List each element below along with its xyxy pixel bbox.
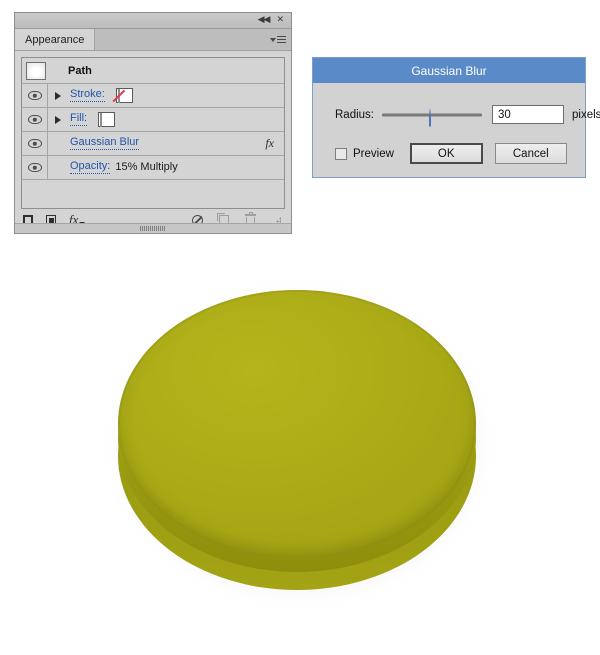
- appearance-row-label[interactable]: Stroke:: [70, 89, 105, 102]
- collapse-double-arrow-icon[interactable]: ◀◀: [258, 16, 271, 25]
- visibility-toggle-opacity[interactable]: [22, 156, 48, 179]
- disclosure-triangle-stroke[interactable]: [48, 91, 68, 100]
- radius-control-row: Radius: 30 pixels: [335, 105, 600, 127]
- appearance-rows-list: Path Stroke: Fill: Gaussian Blur fx Opac…: [21, 57, 285, 209]
- tabstrip-empty-area: [95, 29, 291, 50]
- triangle-right-icon: [55, 115, 61, 124]
- path-thumbnail: [26, 61, 46, 80]
- disc-top-edge-highlight: [118, 290, 476, 558]
- preview-label: Preview: [353, 147, 394, 160]
- slider-thumb[interactable]: [429, 107, 441, 127]
- appearance-row-value: 15% Multiply: [115, 161, 178, 174]
- appearance-row-opacity[interactable]: Opacity: 15% Multiply: [22, 156, 284, 180]
- menu-lines-icon: [277, 35, 286, 44]
- eye-icon: [27, 139, 42, 148]
- appearance-row-label[interactable]: Gaussian Blur: [70, 137, 140, 150]
- panel-tabstrip: Appearance: [15, 29, 291, 51]
- chevron-down-icon: [270, 37, 276, 42]
- dialog-button-row: Preview OK Cancel: [335, 143, 567, 164]
- radius-slider[interactable]: [382, 107, 482, 127]
- disclosure-triangle-fill[interactable]: [48, 115, 68, 124]
- visibility-toggle-gaussian-blur[interactable]: [22, 132, 48, 155]
- panel-titlebar: ◀◀ ✕: [15, 13, 291, 29]
- appearance-row-gaussian-blur[interactable]: Gaussian Blur fx: [22, 132, 284, 156]
- path-title: Path: [68, 64, 92, 77]
- stroke-color-swatch-none[interactable]: [115, 88, 133, 103]
- appearance-row-label[interactable]: Fill:: [70, 113, 88, 126]
- dialog-title: Gaussian Blur: [411, 63, 487, 78]
- radius-input[interactable]: 30: [492, 105, 564, 124]
- cancel-button[interactable]: Cancel: [494, 143, 567, 164]
- appearance-rows-empty-area: [22, 180, 284, 208]
- close-icon[interactable]: ✕: [276, 16, 284, 25]
- appearance-row-label[interactable]: Opacity:: [70, 161, 111, 174]
- triangle-right-icon: [55, 91, 61, 100]
- tab-appearance-label: Appearance: [25, 33, 85, 46]
- drag-handle-icon: [140, 226, 166, 231]
- preview-checkbox-group[interactable]: Preview: [335, 147, 394, 160]
- appearance-row-fill[interactable]: Fill:: [22, 108, 284, 132]
- panel-footer-grip[interactable]: [15, 223, 291, 233]
- dialog-titlebar: Gaussian Blur: [313, 58, 585, 83]
- panel-body: Path Stroke: Fill: Gaussian Blur fx Opac…: [15, 51, 291, 209]
- fill-color-swatch-black[interactable]: [98, 112, 116, 127]
- visibility-toggle-fill[interactable]: [22, 108, 48, 131]
- dialog-body: Radius: 30 pixels Preview OK Cancel: [313, 83, 600, 177]
- tab-appearance[interactable]: Appearance: [15, 29, 96, 50]
- radius-units-label: pixels: [572, 108, 600, 121]
- artwork-canvas: [112, 282, 484, 600]
- ok-button[interactable]: OK: [409, 143, 483, 164]
- preview-checkbox[interactable]: [335, 147, 347, 160]
- eye-icon: [27, 115, 42, 124]
- appearance-object-header[interactable]: Path: [22, 58, 284, 84]
- fx-icon[interactable]: fx: [265, 136, 274, 151]
- panel-menu-icon[interactable]: [270, 35, 286, 44]
- eye-icon: [27, 91, 42, 100]
- eye-icon: [27, 163, 42, 172]
- appearance-panel: ◀◀ ✕ Appearance Path Stroke: Fill: Gauss…: [14, 12, 292, 234]
- visibility-toggle-stroke[interactable]: [22, 84, 48, 107]
- gaussian-blur-dialog: Gaussian Blur Radius: 30 pixels Preview …: [312, 57, 600, 178]
- radius-label: Radius:: [335, 108, 374, 121]
- appearance-row-stroke[interactable]: Stroke:: [22, 84, 284, 108]
